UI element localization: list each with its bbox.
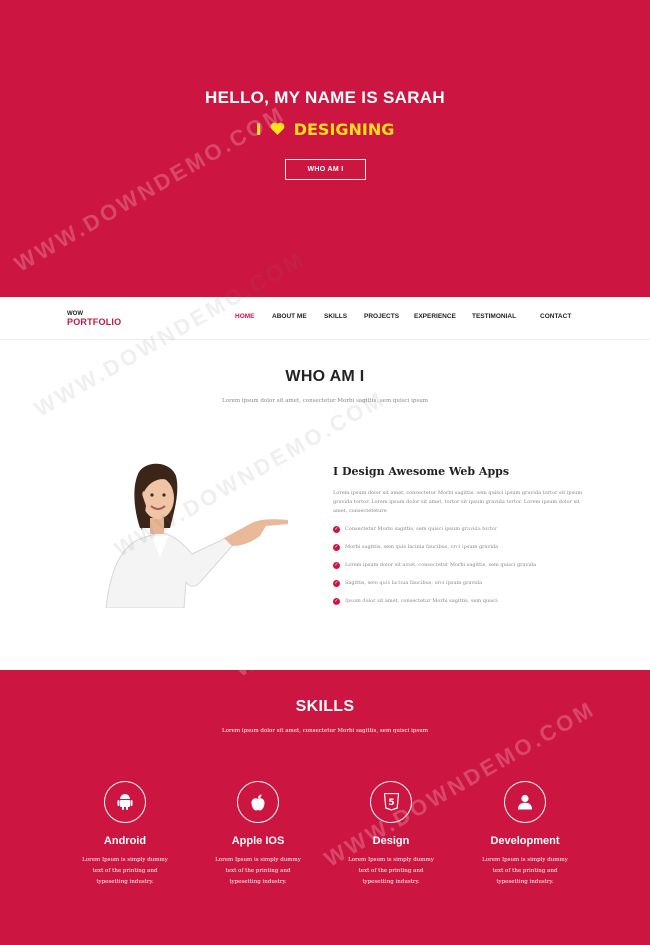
html5-icon: 5 — [370, 781, 412, 823]
nav-experience[interactable]: EXPERIENCE — [414, 313, 456, 320]
android-icon — [104, 781, 146, 823]
skill-name: Design — [372, 835, 410, 847]
check-icon: ✓ — [333, 544, 340, 551]
who-am-i-button[interactable]: WHO AM I — [285, 159, 366, 180]
list-item: ✓ Ipsum dolor sit amet, consectetur Morbi… — [333, 598, 498, 605]
who-section-lead: Lorem ipsum dolor sit amet, consectetur … — [222, 398, 428, 404]
skill-card-design: 5 Design Lorem Ipsum is simply dummy tex… — [324, 781, 458, 888]
skill-name: Apple IOS — [231, 835, 285, 847]
hero-title: HELLO, MY NAME IS SARAH — [205, 88, 445, 107]
about-paragraph: Lorem ipsum dolor sit amet, consectetur … — [333, 490, 583, 514]
nav-home[interactable]: HOME — [235, 313, 255, 320]
skills-section: SKILLS Lorem ipsum dolor sit amet, conse… — [0, 670, 650, 945]
skill-desc: Lorem Ipsum is simply dummy text of the … — [82, 857, 168, 885]
skill-desc: Lorem Ipsum is simply dummy text of the … — [482, 857, 568, 885]
list-item: ✓ Lorem ipsum dolor sit amet, consectetur… — [333, 562, 537, 569]
list-item: ✓ Consectetur Morbi sagittis, sem quisci … — [333, 526, 498, 533]
who-section-title: WHO AM I — [285, 368, 365, 385]
nav-contact[interactable]: CONTACT — [540, 313, 571, 320]
list-item: ✓ Sagittis, sem quis lacinia faucibus, or… — [333, 580, 483, 587]
hero-section: HELLO, MY NAME IS SARAH I DESIGNING WHO … — [0, 0, 650, 297]
nav-projects[interactable]: PROJECTS — [364, 313, 399, 320]
skills-lead: Lorem ipsum dolor sit amet, consectetur … — [222, 728, 428, 734]
check-icon: ✓ — [333, 526, 340, 533]
skill-name: Development — [490, 835, 560, 847]
svg-text:5: 5 — [388, 798, 394, 808]
hero-subtitle: I DESIGNING — [0, 120, 650, 139]
navbar: WOW PORTFOLIO HOME ABOUT ME SKILLS PROJE… — [0, 297, 650, 340]
skill-card-android: Android Lorem Ipsum is simply dummy text… — [58, 781, 192, 888]
logo[interactable]: WOW PORTFOLIO — [67, 311, 121, 327]
check-icon: ✓ — [333, 562, 340, 569]
nav-testimonial[interactable]: TESTIMONIAL — [472, 313, 516, 320]
apple-icon — [237, 781, 279, 823]
skill-desc: Lorem Ipsum is simply dummy text of the … — [215, 857, 301, 885]
hero-subtitle-word: DESIGNING — [293, 120, 395, 139]
heart-icon — [270, 120, 285, 139]
logo-big-text: PORTFOLIO — [67, 317, 122, 327]
user-icon — [504, 781, 546, 823]
nav-about-me[interactable]: ABOUT ME — [272, 313, 307, 320]
about-feature-list: ✓ Consectetur Morbi sagittis, sem quisci … — [333, 526, 603, 616]
check-icon: ✓ — [333, 580, 340, 587]
profile-photo — [100, 462, 295, 609]
skills-title: SKILLS — [295, 698, 355, 715]
skill-name: Android — [103, 835, 147, 847]
check-icon: ✓ — [333, 598, 340, 605]
list-item: ✓ Morbi sagittis, sem quis lacinia faucib… — [333, 544, 499, 551]
hero-subtitle-prefix: I — [255, 120, 262, 139]
skill-card-apple: Apple IOS Lorem Ipsum is simply dummy te… — [191, 781, 325, 888]
skill-card-development: Development Lorem Ipsum is simply dummy … — [458, 781, 592, 888]
skill-desc: Lorem Ipsum is simply dummy text of the … — [348, 857, 434, 885]
about-title: I Design Awesome Web Apps — [333, 465, 510, 478]
nav-skills[interactable]: SKILLS — [324, 313, 347, 320]
